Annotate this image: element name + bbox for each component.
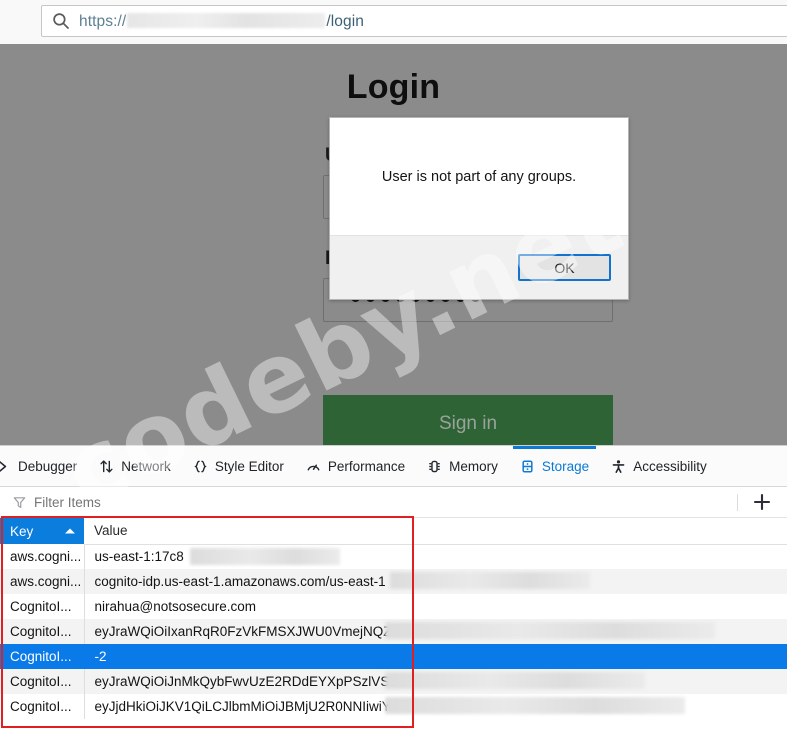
storage-table-wrap: Key Value aws.cogni... us-east-1:17c8 aws.… [0, 518, 787, 719]
cell-value: us-east-1:17c8 [84, 544, 787, 569]
cell-key: CognitoI... [0, 594, 85, 619]
url-path: /login [326, 13, 364, 30]
cell-key: CognitoI... [0, 619, 85, 644]
cell-value: eyJraWQiOiJnMkQybFwvUzE2RDdEYXpPSzlVSzC [84, 669, 787, 694]
cell-value: nirahua@notsosecure.com [84, 594, 787, 619]
style-editor-icon [194, 460, 207, 472]
storage-icon [522, 460, 533, 472]
redacted-region [384, 697, 685, 714]
tab-style-editor-label: Style Editor [214, 458, 284, 474]
redacted-region [384, 672, 645, 689]
url-scheme: https:// [79, 13, 127, 30]
tab-storage[interactable]: Storage [509, 446, 600, 486]
tab-style-editor[interactable]: Style Editor [182, 446, 295, 486]
search-icon [53, 13, 69, 29]
cell-key: CognitoI... [0, 669, 85, 694]
accessibility-icon [612, 459, 625, 473]
storage-table-head: Key Value [0, 518, 787, 545]
table-row[interactable]: aws.cogni... us-east-1:17c8 [0, 544, 787, 569]
debugger-icon [0, 460, 7, 472]
filter-icon [13, 496, 26, 508]
table-row[interactable]: aws.cogni... cognito-idp.us-east-1.amazon… [0, 569, 787, 594]
devtools-panel: Debugger Network Style Editor Performanc… [0, 445, 787, 729]
column-header-key[interactable]: Key [0, 518, 84, 544]
tab-performance[interactable]: Performance [295, 446, 416, 486]
add-item-button[interactable] [751, 491, 773, 513]
tab-debugger-label: Debugger [18, 458, 78, 474]
cell-key: CognitoI... [0, 694, 85, 719]
column-header-value-label: Value [94, 523, 128, 539]
ok-button[interactable]: OK [518, 254, 611, 281]
table-header-row: Key Value [0, 518, 787, 545]
address-bar-text: https:// /login [79, 11, 364, 31]
sign-in-button[interactable]: Sign in [323, 395, 613, 445]
address-bar[interactable]: https:// /login [41, 5, 787, 37]
browser-chrome: https:// /login [0, 0, 787, 44]
tab-memory-label: Memory [449, 458, 498, 474]
redacted-region [384, 622, 715, 639]
performance-icon [307, 463, 320, 470]
page-title: Login [346, 68, 441, 106]
redacted-region [389, 572, 590, 589]
cell-value: eyJjdHkiOiJKV1QiLCJlbmMiOiJBMjU2R0NNIiwi… [84, 694, 787, 719]
table-row[interactable]: CognitoI... nirahua@notsosecure.com [0, 594, 787, 619]
alert-dialog: User is not part of any groups. OK [329, 117, 629, 300]
filter-input[interactable] [34, 494, 737, 510]
alert-dialog-body: User is not part of any groups. [330, 118, 628, 235]
tab-debugger[interactable]: Debugger [0, 446, 88, 486]
sort-ascending-icon [65, 528, 75, 534]
cell-value: cognito-idp.us-east-1.amazonaws.com/us-e… [84, 569, 787, 594]
tab-performance-label: Performance [327, 458, 406, 474]
column-header-key-label: Key [10, 523, 34, 539]
screenshot-root: https:// /login Login U P Sign in User i… [0, 0, 787, 729]
storage-table-body: aws.cogni... us-east-1:17c8 aws.cogni... co… [0, 544, 787, 719]
network-icon [100, 459, 113, 473]
tab-network-label: Network [121, 458, 171, 474]
memory-icon [429, 460, 440, 472]
toolbar-divider [737, 493, 738, 511]
cell-value: -2 [84, 644, 787, 669]
table-row[interactable]: CognitoI... eyJjdHkiOiJKV1QiLCJlbmMiOiJBM… [0, 694, 787, 719]
cell-key: aws.cogni... [0, 544, 85, 569]
cell-value: eyJraWQiOiIxanRqR0FzVkFMSXJWU0VmejNQZHI [84, 619, 787, 644]
tab-accessibility[interactable]: Accessibility [600, 446, 718, 486]
table-row[interactable]: CognitoI... eyJraWQiOiJnMkQybFwvUzE2RDdEY… [0, 669, 787, 694]
column-header-value[interactable]: Value [84, 518, 787, 545]
devtools-tabbar: Debugger Network Style Editor Performanc… [0, 446, 787, 487]
storage-table: Key Value aws.cogni... us-east-1:17c8 aws.… [0, 518, 787, 719]
alert-message: User is not part of any groups. [381, 168, 577, 185]
cell-key: aws.cogni... [0, 569, 85, 594]
table-row[interactable]: CognitoI... -2 [0, 644, 787, 669]
redacted-region [189, 547, 340, 565]
tab-memory[interactable]: Memory [416, 446, 509, 486]
filter-bar [0, 487, 787, 518]
table-row[interactable]: CognitoI... eyJraWQiOiIxanRqR0FzVkFMSXJWU… [0, 619, 787, 644]
tab-storage-label: Storage [541, 458, 590, 474]
cell-key: CognitoI... [0, 644, 85, 669]
tab-network[interactable]: Network [88, 446, 182, 486]
url-redacted-host [127, 13, 326, 28]
tab-accessibility-label: Accessibility [633, 458, 707, 474]
alert-dialog-footer: OK [330, 235, 628, 299]
